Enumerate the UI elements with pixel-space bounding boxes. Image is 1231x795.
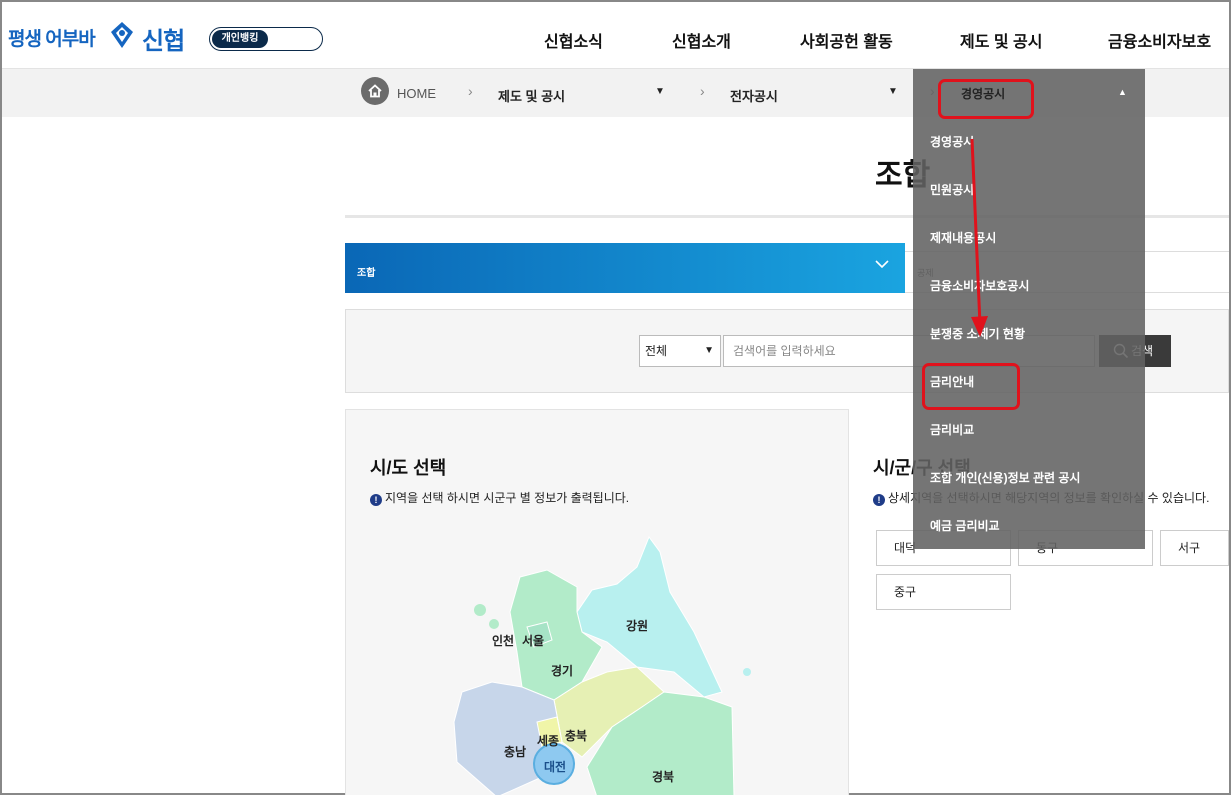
dropdown-item-deposit-compare[interactable]: 예금 금리비교: [930, 517, 1000, 534]
site-header: 평생 어부바 신협 개인뱅킹 신협소식 신협소개 사회공헌 활동 제도 및 공시…: [2, 2, 1229, 69]
map-label-gyeonggi[interactable]: 경기: [551, 662, 573, 679]
breadcrumb-level1[interactable]: 제도 및 공시: [498, 86, 565, 105]
korea-map: [453, 535, 751, 795]
personal-banking-pill[interactable]: 개인뱅킹: [212, 30, 268, 48]
tab-union-label: 조합: [357, 268, 376, 279]
chevron-down-icon: [875, 260, 889, 269]
dropdown-item-credit-info[interactable]: 조합 개인(신용)정보 관련 공시: [930, 469, 1080, 486]
map-label-chungbuk[interactable]: 충북: [565, 727, 587, 744]
home-button[interactable]: [361, 77, 389, 105]
dropdown-item-rate-compare[interactable]: 금리비교: [930, 421, 974, 438]
nav-news[interactable]: 신협소식: [544, 28, 603, 52]
region-description: ! 지역을 선택 하시면 시군구 별 정보가 출력됩니다.: [370, 489, 629, 506]
caret-up-icon[interactable]: ▲: [1118, 87, 1127, 97]
chevron-down-icon: ▼: [704, 345, 714, 356]
map-label-chungnam[interactable]: 충남: [504, 743, 526, 760]
breadcrumb-home[interactable]: HOME: [397, 86, 436, 101]
nav-consumer-protection[interactable]: 금융소비자보호: [1108, 28, 1211, 52]
caret-down-icon[interactable]: ▼: [888, 86, 898, 97]
info-icon: !: [370, 494, 382, 506]
highlight-box-current: [938, 79, 1034, 119]
search-category-value: 전체: [645, 344, 668, 358]
district-button-seogu[interactable]: 서구: [1160, 530, 1229, 566]
map-label-seoul[interactable]: 서울: [522, 632, 544, 649]
map-label-sejong[interactable]: 세종: [537, 732, 559, 749]
map-label-incheon[interactable]: 인천: [492, 632, 514, 649]
logo-slogan[interactable]: 평생 어부바: [8, 24, 96, 51]
nav-about[interactable]: 신협소개: [672, 28, 731, 52]
annotation-arrow-icon: [970, 138, 988, 337]
map-label-daejeon[interactable]: 대전: [544, 758, 566, 775]
map-label-gangwon[interactable]: 강원: [626, 617, 648, 634]
tab-union[interactable]: 조합: [345, 243, 905, 293]
nav-social[interactable]: 사회공헌 활동: [800, 28, 893, 52]
map-label-gyeongbuk[interactable]: 경북: [652, 768, 674, 785]
breadcrumb-dropdown-menu: 경영공시 ▲ 경영공시 민원공시 제재내용공시 금융소비자보호공시 분쟁중 소제…: [913, 69, 1145, 549]
search-category-select[interactable]: 전체 ▼: [639, 335, 721, 367]
banking-toggle[interactable]: 개인뱅킹: [209, 27, 323, 51]
highlight-box-target: [922, 363, 1020, 410]
region-description-text: 지역을 선택 하시면 시군구 별 정보가 출력됩니다.: [385, 491, 630, 505]
district-button-junggu[interactable]: 중구: [876, 574, 1011, 610]
shinhyup-logo-icon[interactable]: [107, 20, 137, 50]
nav-disclosure[interactable]: 제도 및 공시: [960, 28, 1043, 52]
chevron-right-icon: ›: [468, 83, 473, 99]
home-icon: [368, 84, 382, 98]
caret-down-icon[interactable]: ▼: [655, 86, 665, 97]
region-title: 시/도 선택: [370, 458, 447, 478]
logo-brand[interactable]: 신협: [142, 21, 185, 56]
chevron-right-icon: ›: [700, 83, 705, 99]
info-icon: !: [873, 494, 885, 506]
search-placeholder: 검색어를 입력하세요: [733, 344, 836, 358]
breadcrumb-level2[interactable]: 전자공시: [730, 86, 778, 105]
map-region-gangwon: [576, 535, 723, 698]
